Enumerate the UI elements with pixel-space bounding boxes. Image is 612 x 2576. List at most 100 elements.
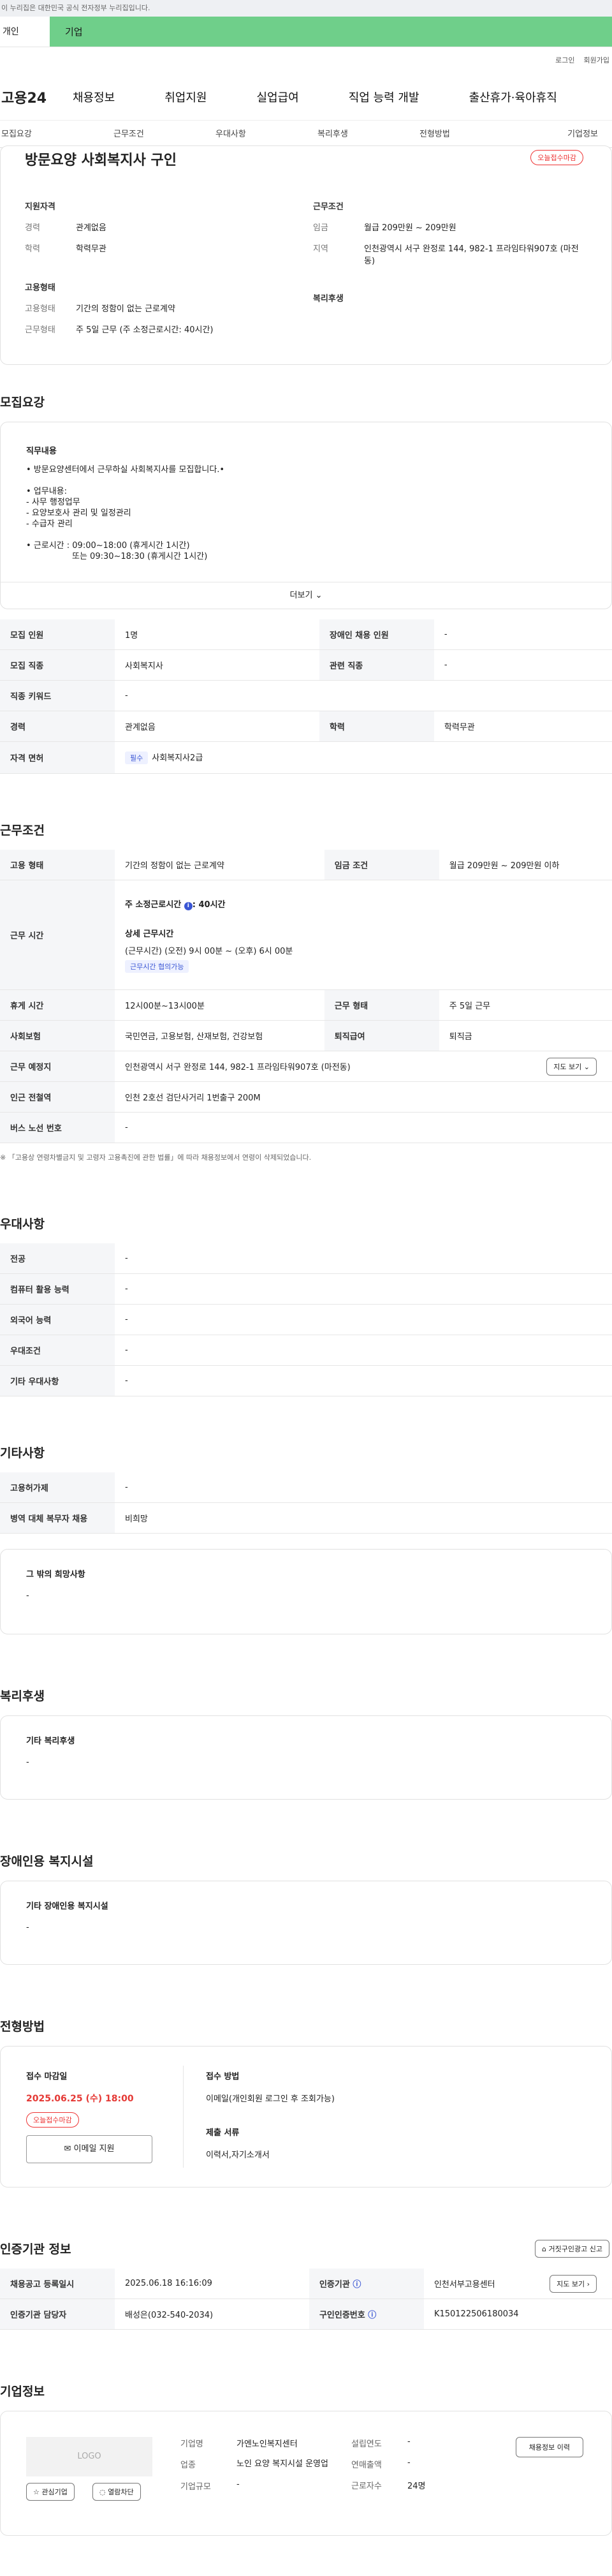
subnav-welfare[interactable]: 복리후생: [317, 121, 419, 147]
company-card: LOGO ☆ 관심기업 ◌ 열람차단 기업명 가엔노인복지센터 업종 노인 요양 복…: [0, 2411, 612, 2536]
gnb-item-leave[interactable]: 출산휴가·육아휴직: [469, 89, 557, 105]
gnb-item-benefit[interactable]: 실업급여: [257, 89, 299, 105]
location-label: 지역: [313, 244, 328, 254]
selection-title: 전형방법: [0, 2020, 45, 2034]
place-label: 근무 예정지: [0, 1051, 115, 1082]
tab-personal[interactable]: 개인: [0, 17, 50, 47]
tab-company[interactable]: 기업: [50, 17, 612, 47]
computer-label: 컴퓨터 활용 능력: [0, 1273, 115, 1305]
edu-row-label: 학력: [319, 711, 434, 742]
certno-label: 구인인증번호 ⓘ: [309, 2298, 424, 2330]
disabled-hire-value: -: [433, 619, 612, 650]
info-icon[interactable]: i: [184, 901, 193, 910]
industry-label: 업종: [180, 2461, 196, 2470]
occupation-label: 모집 직종: [0, 649, 115, 681]
status-badge: 오늘접수마감: [530, 150, 583, 165]
computer-value: -: [115, 1273, 612, 1305]
sales-value: -: [407, 2458, 411, 2468]
email-apply-label: 이메일 지원: [73, 2144, 115, 2154]
org-value: 인천서부고용센터: [433, 2280, 495, 2290]
hire-history-button[interactable]: 채용정보 이력: [515, 2437, 583, 2457]
industry-value: 노인 요양 복지시설 운영업: [237, 2459, 328, 2469]
favorite-button[interactable]: ☆ 관심기업: [26, 2483, 75, 2501]
login-link[interactable]: 로그인: [555, 47, 574, 74]
welfare-heading: 복리후생: [313, 294, 344, 304]
info-icon[interactable]: ⓘ: [353, 2280, 361, 2290]
edu-row-value: 학력무관: [433, 711, 612, 742]
org-map-button[interactable]: 지도 보기 ›: [550, 2275, 597, 2293]
subnav-selection[interactable]: 전형방법: [419, 121, 521, 147]
gov-banner: 이 누리집은 대한민국 공식 전자정부 누리집입니다.: [0, 0, 612, 17]
subnav-company[interactable]: 기업정보: [521, 121, 598, 147]
divider: [183, 2066, 184, 2168]
recruit-title: 모집요강: [0, 396, 45, 410]
duty-line: - 요양보호사 관리 및 일정관리: [26, 508, 131, 518]
table-row: 인근 전철역 인천 2호선 검단사거리 1번출구 200M: [0, 1081, 612, 1113]
certno-label-text: 구인인증번호: [319, 2311, 365, 2320]
more-label: 더보기: [289, 591, 313, 600]
block-button[interactable]: ◌ 열람차단: [92, 2483, 141, 2501]
subnav-conditions[interactable]: 근무조건: [113, 121, 215, 147]
table-row: 자격 면허 필수 사회복지사2급: [0, 741, 612, 774]
table-row: 우대조건 -: [0, 1335, 612, 1366]
career-label: 경력: [25, 223, 40, 233]
weekly-hours-value: : 40시간: [192, 899, 226, 910]
duty-line: [26, 529, 224, 540]
deadline-value: 2025.06.25 (수) 18:00: [26, 2094, 134, 2104]
mgr-label: 인증기관 담당자: [0, 2298, 115, 2330]
weekly-hours-label: 주 소정근로시간: [125, 899, 182, 910]
map-button[interactable]: 지도 보기 ⌄: [546, 1058, 597, 1076]
gnb-item-jobs[interactable]: 채용정보: [73, 89, 115, 105]
etc-pref-value: -: [115, 1365, 612, 1396]
edu-value: 학력무관: [76, 244, 106, 254]
emp-type-label: 고용 형태: [0, 850, 115, 880]
occupation-value: 사회복지사: [115, 649, 319, 681]
career-value: 관계없음: [76, 223, 106, 233]
map-label: 지도 보기: [553, 1063, 582, 1071]
negotiable-chip: 근무시간 협의가능: [125, 959, 189, 973]
employees-value: 24명: [407, 2482, 426, 2491]
detail-hours-heading: 상세 근무시간: [125, 929, 174, 939]
permit-label: 고용허가제: [0, 1472, 115, 1503]
table-row: 고용 형태 기간의 정함이 없는 근로계약 임금 조건 월급 209만원 ~ 209만…: [0, 850, 612, 880]
table-row: 병역 대체 복무자 채용 비희망: [0, 1502, 612, 1534]
employees-label: 근로자수: [351, 2482, 382, 2491]
duty-heading: 직무내용: [26, 447, 57, 456]
block-label: 열람차단: [108, 2488, 134, 2496]
star-icon: ☆: [33, 2488, 40, 2496]
table-row: 버스 노선 번호 -: [0, 1112, 612, 1143]
welfare-item-heading: 기타 복리후생: [26, 1736, 75, 1746]
emp-label: 고용형태: [25, 304, 55, 314]
favorite-label: 관심기업: [41, 2488, 68, 2496]
age-note: ※ 「고용상 연령차별금지 및 고령자 고용촉진에 관한 법률」에 따라 채용정…: [0, 1153, 312, 1162]
table-row: 모집 직종 사회복지사 관련 직종 -: [0, 649, 612, 681]
related-occ-label: 관련 직종: [319, 649, 434, 681]
job-summary-card: 방문요양 사회복지사 구인 오늘접수마감 지원자격 경력 관계없음 학력 학력무관 …: [0, 145, 612, 365]
workform-label: 근무 형태: [324, 989, 439, 1021]
email-apply-button[interactable]: ✉ 이메일 지원: [26, 2135, 152, 2163]
more-button[interactable]: 더보기 ⌄: [1, 582, 611, 609]
worktype-value: 주 5일 근무 (주 소정근로시간: 40시간): [76, 325, 214, 335]
gnb-item-support[interactable]: 취업지원: [164, 89, 207, 105]
table-row: 외국어 능력 -: [0, 1304, 612, 1335]
subnav-recruit[interactable]: 모집요강: [0, 121, 113, 147]
qualification-heading: 지원자격: [25, 202, 55, 212]
related-occ-value: -: [433, 649, 612, 681]
chevron-down-icon: ⌄: [315, 591, 323, 600]
name-label: 기업명: [180, 2439, 203, 2449]
report-button[interactable]: ⌂ 거짓구인광고 신고: [535, 2240, 609, 2258]
duty-line: • 근로시간 : 09:00~18:00 (휴게시간 1시간): [26, 541, 190, 551]
gnb-item-training[interactable]: 직업 능력 개발: [349, 89, 419, 105]
signup-link[interactable]: 회원가입: [584, 47, 609, 74]
welfare-item-value: -: [26, 1758, 29, 1767]
insurance-value: 국민연금, 고용보험, 산재보험, 건강보험: [115, 1020, 324, 1051]
employment-heading: 고용형태: [25, 283, 55, 293]
wish-heading: 그 밖의 희망사항: [26, 1570, 85, 1580]
site-logo[interactable]: 고용24: [1, 87, 73, 107]
subnav-preference[interactable]: 우대사항: [215, 121, 317, 147]
disabled-facility-title: 장애인용 복지시설: [0, 1854, 94, 1869]
required-chip: 필수: [125, 751, 149, 764]
table-row: 고용허가제 -: [0, 1472, 612, 1503]
info-icon[interactable]: ⓘ: [368, 2311, 376, 2320]
license-value: 사회복지사2급: [152, 753, 203, 763]
